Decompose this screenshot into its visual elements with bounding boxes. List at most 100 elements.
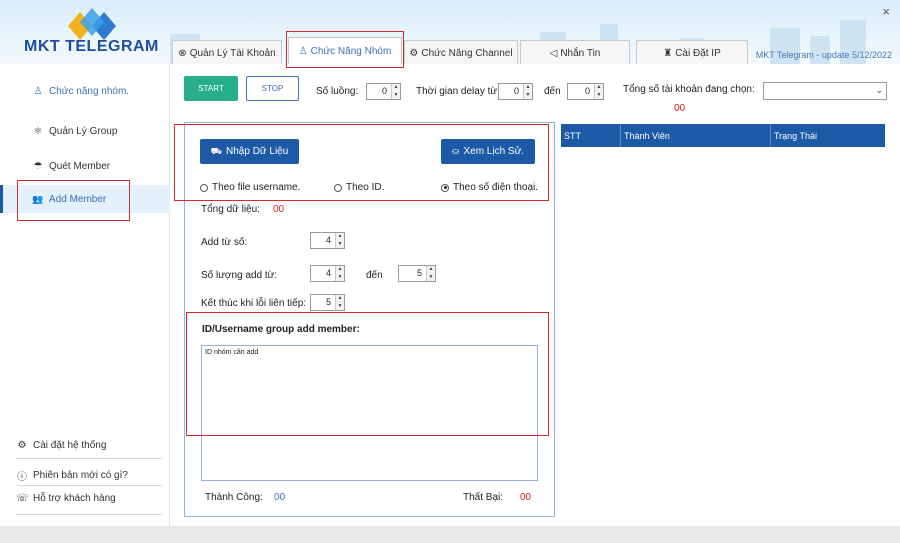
fail-label: Thất Bại: (463, 492, 504, 503)
app-logo: MKT TELEGRAM (22, 8, 162, 60)
success-label: Thành Công: (205, 492, 263, 503)
stepper-arrows[interactable]: ▲ ▼ (335, 266, 344, 281)
tab-label: Quản Lý Tài Khoản (189, 47, 276, 59)
add-member-icon: 👥 (32, 193, 44, 204)
arrow-down-icon[interactable]: ▼ (336, 274, 344, 282)
sidebar-item-label: Phiên bản mới có gì? (33, 470, 128, 481)
sidebar-item-label: Cài đặt hệ thống (33, 440, 107, 451)
add-amount-to-label: đến (366, 270, 383, 281)
stepper-arrows[interactable]: ▲ ▼ (391, 84, 400, 99)
view-history-label: Xem Lịch Sử. (463, 146, 525, 157)
arrow-up-icon[interactable]: ▲ (336, 233, 344, 241)
radio-dot[interactable] (200, 183, 208, 192)
arrow-up-icon[interactable]: ▲ (336, 266, 344, 274)
success-value: 00 (274, 492, 286, 503)
account-manage-icon: ⊗ (178, 47, 187, 59)
threads-label: Số luồng: (316, 86, 359, 97)
stepper-arrows[interactable]: ▲ ▼ (426, 266, 435, 281)
sidebar-item-label: Hỗ trợ khách hàng (33, 493, 116, 504)
sidebar-item-scan-member[interactable]: ☂ Quét Member (32, 161, 162, 172)
import-icon: ⛟ (210, 145, 223, 156)
radio-label: Theo file username. (212, 182, 301, 193)
column-header-stt[interactable]: STT (561, 124, 621, 147)
tab-label: Chức Năng Channel (421, 47, 513, 59)
arrow-up-icon[interactable]: ▲ (524, 84, 532, 92)
channel-function-icon: ⚙ (409, 47, 419, 59)
sidebar-title-label: Chức năng nhóm. (49, 86, 130, 97)
tab-message[interactable]: ◁ Nhắn Tin (520, 40, 630, 64)
add-amount-from-value: 4 (325, 268, 331, 278)
sidebar-item-group-manage[interactable]: ⚛ Quản Lý Group (32, 126, 162, 137)
ip-settings-icon: ♜ (663, 47, 673, 59)
import-data-button[interactable]: ⛟ Nhập Dữ Liệu (200, 139, 299, 164)
tab-label: Cài Đặt IP (675, 47, 721, 59)
delay-to-label: đến (544, 86, 561, 97)
sidebar-item-support[interactable]: ☏ Hỗ trợ khách hàng (16, 493, 162, 504)
sidebar-item-add-member[interactable]: 👥 Add Member (0, 185, 170, 213)
arrow-down-icon[interactable]: ▼ (427, 274, 435, 282)
scan-member-icon: ☂ (33, 161, 43, 172)
arrow-down-icon[interactable]: ▼ (392, 92, 400, 100)
arrow-down-icon[interactable]: ▼ (336, 303, 344, 311)
tab-channel-function[interactable]: ⚙ Chức Năng Channel (404, 40, 518, 64)
selected-accounts-count: 00 (674, 103, 686, 114)
add-amount-to-stepper[interactable]: 5 ▲ ▼ (398, 265, 436, 282)
app-header: MKT TELEGRAM ⊗ Quản Lý Tài Khoản ♙ Chức … (0, 0, 900, 64)
tab-group-function[interactable]: ♙ Chức Năng Nhóm (288, 37, 402, 64)
tab-ip-settings[interactable]: ♜ Cài Đặt IP (636, 40, 748, 64)
add-from-stepper[interactable]: 4 ▲ ▼ (310, 232, 345, 249)
radio-label: Theo ID. (346, 182, 385, 193)
sidebar-item-system-settings[interactable]: ⚙ Cài đặt hệ thống (16, 440, 162, 451)
tab-account-manage[interactable]: ⊗ Quản Lý Tài Khoản (172, 40, 282, 64)
stepper-arrows[interactable]: ▲ ▼ (523, 84, 532, 99)
group-manage-icon: ⚛ (33, 126, 43, 137)
arrow-down-icon[interactable]: ▼ (336, 241, 344, 249)
sidebar-title: ♙ Chức năng nhóm. (32, 86, 162, 97)
delay-from-stepper[interactable]: 0 ▲ ▼ (498, 83, 533, 100)
arrow-down-icon[interactable]: ▼ (524, 92, 532, 100)
radio-dot[interactable] (334, 183, 342, 192)
message-icon: ◁ (549, 47, 558, 59)
info-icon: ⓘ (17, 472, 27, 483)
arrow-up-icon[interactable]: ▲ (336, 295, 344, 303)
sidebar-divider (16, 458, 162, 459)
add-from-label: Add từ số: (201, 237, 248, 248)
sidebar-item-label: Quản Lý Group (49, 126, 118, 137)
delay-to-stepper[interactable]: 0 ▲ ▼ (567, 83, 604, 100)
close-icon[interactable]: × (882, 4, 890, 19)
threads-stepper[interactable]: 0 ▲ ▼ (366, 83, 401, 100)
radio-dot-selected[interactable] (441, 183, 449, 192)
arrow-up-icon[interactable]: ▲ (427, 266, 435, 274)
arrow-up-icon[interactable]: ▲ (595, 84, 603, 92)
chevron-down-icon: ⌄ (875, 85, 883, 95)
radio-by-id[interactable]: Theo ID. (334, 182, 384, 193)
add-amount-from-stepper[interactable]: 4 ▲ ▼ (310, 265, 345, 282)
group-id-textarea[interactable]: ID nhóm cần add (201, 345, 538, 481)
sidebar-item-whats-new[interactable]: ⓘ Phiên bản mới có gì? (16, 468, 162, 483)
threads-value: 0 (381, 86, 387, 96)
add-from-value: 4 (325, 235, 331, 245)
arrow-up-icon[interactable]: ▲ (392, 84, 400, 92)
column-header-member[interactable]: Thành Viên (621, 124, 771, 147)
stepper-arrows[interactable]: ▲ ▼ (335, 233, 344, 248)
arrow-down-icon[interactable]: ▼ (595, 92, 603, 100)
tab-label: Chức Năng Nhóm (310, 46, 392, 57)
status-strip (0, 526, 900, 543)
view-history-button[interactable]: ⛀ Xem Lịch Sử. (441, 139, 535, 164)
stepper-arrows[interactable]: ▲ ▼ (335, 295, 344, 310)
group-id-label: ID/Username group add member: (202, 324, 360, 335)
radio-by-username[interactable]: Theo file username. (200, 182, 300, 193)
delay-to-value: 0 (584, 86, 590, 96)
stop-on-errors-stepper[interactable]: 5 ▲ ▼ (310, 294, 345, 311)
delay-from-value: 0 (513, 86, 519, 96)
account-select[interactable]: ⌄ (763, 82, 887, 100)
add-amount-to-value: 5 (416, 268, 422, 278)
stepper-arrows[interactable]: ▲ ▼ (594, 84, 603, 99)
radio-by-phone[interactable]: Theo số điện thoại. (441, 182, 538, 193)
import-data-label: Nhập Dữ Liệu (226, 146, 289, 157)
start-button[interactable]: START (184, 76, 238, 101)
sidebar-item-label: Quét Member (49, 161, 111, 172)
fail-value: 00 (520, 492, 532, 503)
column-header-status[interactable]: Trạng Thái (771, 124, 885, 147)
stop-button[interactable]: STOP (246, 76, 299, 101)
